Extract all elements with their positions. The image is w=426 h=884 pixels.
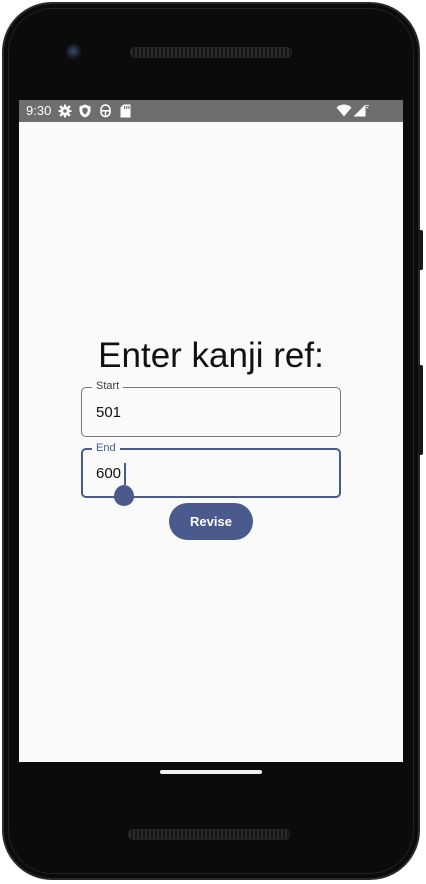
sd-card-icon	[120, 104, 131, 121]
bottom-speaker-grille	[128, 829, 290, 840]
start-input[interactable]	[96, 388, 316, 436]
device: 9:30 Enter kanji ref: Start 501 End 600 …	[0, 0, 426, 884]
revise-button[interactable]: Revise	[169, 503, 253, 540]
text-cursor	[124, 463, 126, 485]
shield-icon	[79, 104, 91, 121]
usb-debug-icon	[100, 104, 111, 121]
top-speaker-grille	[130, 47, 292, 58]
status-bar: 9:30	[19, 100, 403, 122]
cell-signal-icon	[353, 104, 369, 120]
cursor-drag-handle[interactable]	[114, 485, 134, 506]
start-field[interactable]: Start	[81, 380, 341, 437]
status-time: 9:30	[26, 103, 52, 118]
wifi-icon	[336, 104, 352, 120]
home-gesture-bar[interactable]	[160, 770, 262, 774]
app-screen: 9:30 Enter kanji ref: Start 501 End 600 …	[19, 100, 403, 762]
page-title: Enter kanji ref:	[98, 336, 324, 375]
front-camera	[66, 44, 82, 60]
volume-button	[418, 230, 423, 270]
gear-icon	[58, 104, 72, 121]
power-button	[418, 365, 423, 455]
